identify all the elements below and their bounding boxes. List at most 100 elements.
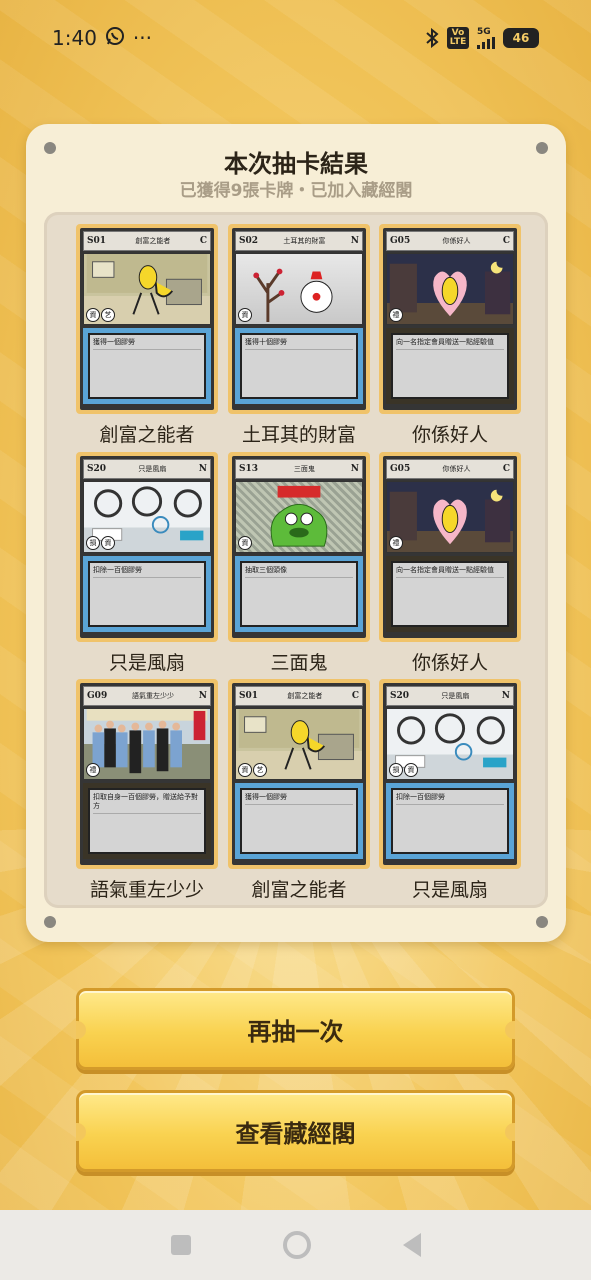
card-frame: S01 創富之能者 C 資艺獲得一個膠勞: [80, 228, 214, 410]
draw-again-label: 再抽一次: [247, 1017, 344, 1046]
card-badge: 損: [86, 536, 100, 550]
card-badges: 資艺: [238, 763, 267, 777]
card-art-image: [389, 261, 511, 317]
card-art-image: [389, 489, 511, 545]
card-result-item[interactable]: S01 創富之能者 C 資艺獲得一個膠勞 創富之能者: [228, 679, 370, 905]
volte-indicator: Vo LTE: [447, 27, 469, 49]
card-header: G09 語氣重左少少 N: [83, 686, 211, 706]
card-textbox: 扣除一百個膠勞: [386, 783, 514, 859]
card-header: S20 只是風扇 N: [83, 459, 211, 479]
card-label: 創富之能者: [99, 424, 195, 446]
card-rarity: C: [199, 236, 207, 246]
card-label: 土耳其的財富: [241, 424, 356, 446]
card-result-item[interactable]: G05 你係好人 C 禮向一名指定會員贈送一點經驗值你係好人: [379, 224, 521, 450]
card-effect-text-box: 扣取自身一百個膠勞，贈送給予對方: [88, 788, 206, 854]
card[interactable]: S20 只是風扇 N 損資扣除一百個膠勞: [76, 452, 218, 642]
card-effect-text: 抽取三個頭像: [245, 566, 287, 574]
card-code: G05: [390, 236, 411, 246]
panel-title: 本次抽卡結果: [224, 150, 368, 178]
card-result-item[interactable]: G05 你係好人 C 禮向一名指定會員贈送一點經驗值 你係好人: [379, 452, 521, 678]
view-collection-button[interactable]: 查看藏經閣: [76, 1090, 515, 1172]
rivet-icon: [536, 916, 548, 928]
card-effect-text-box: 抽取三個頭像: [240, 561, 358, 627]
card[interactable]: S01 創富之能者 C 資艺獲得一個膠勞: [228, 679, 370, 869]
card-badge: 資: [238, 763, 252, 777]
card-result-item[interactable]: S13 三面鬼 N 資抽取三個頭像三面鬼: [228, 452, 370, 678]
card-result-item[interactable]: G09 語氣重左少少 N 禮扣取自身一百個膠勞，贈送給予對方 語氣重左少少: [76, 679, 218, 905]
card-textbox: 獲得一個膠勞: [83, 328, 211, 404]
card[interactable]: S02 土耳其的財富 N 資獲得十個膠勞: [228, 224, 370, 414]
card-badge: 資: [238, 308, 252, 322]
card-name: 創富之能者: [287, 692, 323, 700]
system-nav-bar: [0, 1210, 591, 1280]
card[interactable]: S20 只是風扇 N 損資扣除一百個膠勞: [379, 679, 521, 869]
card-header: G05 你係好人 C: [386, 231, 514, 251]
card-badge: 損: [389, 763, 403, 777]
card-name: 創富之能者: [135, 237, 171, 245]
card-effect-text-box: 扣除一百個膠勞: [391, 788, 509, 854]
home-button[interactable]: [282, 1231, 311, 1259]
card-art: [386, 253, 514, 325]
card-rarity: C: [351, 691, 359, 701]
card-label: 創富之能者: [251, 879, 347, 901]
card-label: 只是風扇: [411, 879, 488, 901]
card[interactable]: G09 語氣重左少少 N 禮扣取自身一百個膠勞，贈送給予對方: [76, 679, 218, 869]
card-textbox: 扣除一百個膠勞: [83, 556, 211, 632]
card-label: 你係好人: [411, 424, 488, 446]
whatsapp-icon: [105, 26, 125, 51]
status-bar-right: Vo LTE 5G 46: [425, 27, 539, 49]
card-effect-text: 扣取自身一百個膠勞，贈送給予對方: [93, 793, 198, 810]
card[interactable]: S13 三面鬼 N 資抽取三個頭像: [228, 452, 370, 642]
card-textbox: 向一名指定會員贈送一點經驗值: [386, 556, 514, 632]
card[interactable]: G05 你係好人 C 禮向一名指定會員贈送一點經驗值: [379, 452, 521, 642]
card-badges: 禮: [389, 536, 403, 550]
card-badges: 禮: [389, 308, 403, 322]
card-result-item[interactable]: S20 只是風扇 N 損資扣除一百個膠勞 只是風扇: [379, 679, 521, 905]
card-name: 只是風扇: [441, 692, 470, 700]
card-header: S01 創富之能者 C: [83, 231, 211, 251]
card-result-item[interactable]: S02 土耳其的財富 N 資獲得十個膠勞 土耳其的財富: [228, 224, 370, 450]
card-result-item[interactable]: S01 創富之能者 C 資艺獲得一個膠勞 創富之能者: [76, 224, 218, 450]
card-code: G05: [390, 464, 411, 474]
card-header: S20 只是風扇 N: [386, 686, 514, 706]
card-frame: S13 三面鬼 N 資抽取三個頭像: [232, 456, 366, 638]
back-button[interactable]: [402, 1233, 421, 1257]
card-effect-text-box: 向一名指定會員贈送一點經驗值: [391, 333, 509, 399]
draw-again-button[interactable]: 再抽一次: [76, 988, 515, 1070]
card-effect-text-box: 向一名指定會員贈送一點經驗值: [391, 561, 509, 627]
card-art-image: [86, 709, 208, 774]
card-effect-text: 獲得一個膠勞: [245, 793, 287, 801]
card-badges: 資艺: [86, 308, 115, 322]
card-art-image: [270, 485, 328, 547]
card-effect-text: 獲得一個膠勞: [93, 338, 135, 346]
card-badge: 資: [238, 536, 252, 550]
card[interactable]: S01 創富之能者 C 資艺獲得一個膠勞: [76, 224, 218, 414]
card-badge: 禮: [389, 536, 403, 550]
card-badge: 資: [86, 308, 100, 322]
status-time: 1:40: [52, 26, 97, 50]
card-art: [83, 708, 211, 780]
signal-icon: 5G: [477, 27, 495, 49]
network-type: 5G: [477, 27, 491, 37]
card-code: S20: [87, 464, 107, 474]
card-header: S13 三面鬼 N: [235, 459, 363, 479]
card-art: [235, 253, 363, 325]
more-notifications-icon: ···: [132, 26, 152, 50]
card-frame: S20 只是風扇 N 損資扣除一百個膠勞: [80, 456, 214, 638]
card-textbox: 向一名指定會員贈送一點經驗值: [386, 328, 514, 404]
card[interactable]: G05 你係好人 C 禮向一名指定會員贈送一點經驗值: [379, 224, 521, 414]
card-code: S13: [239, 464, 259, 474]
card-frame: G05 你係好人 C 禮向一名指定會員贈送一點經驗值: [383, 456, 517, 638]
card-badges: 損資: [86, 536, 115, 550]
card-badges: 損資: [389, 763, 418, 777]
card-badge: 艺: [253, 763, 267, 777]
card-rarity: N: [198, 464, 207, 474]
card-name: 你係好人: [442, 465, 471, 473]
card-label: 三面鬼: [270, 652, 328, 674]
card-rarity: N: [350, 236, 359, 246]
card-effect-text-box: 獲得十個膠勞: [240, 333, 358, 399]
card-result-item[interactable]: S20 只是風扇 N 損資扣除一百個膠勞 只是風扇: [76, 452, 218, 678]
card-effect-text: 向一名指定會員贈送一點經驗值: [396, 566, 494, 574]
card-badge: 禮: [86, 763, 100, 777]
recent-apps-button[interactable]: [170, 1235, 191, 1255]
